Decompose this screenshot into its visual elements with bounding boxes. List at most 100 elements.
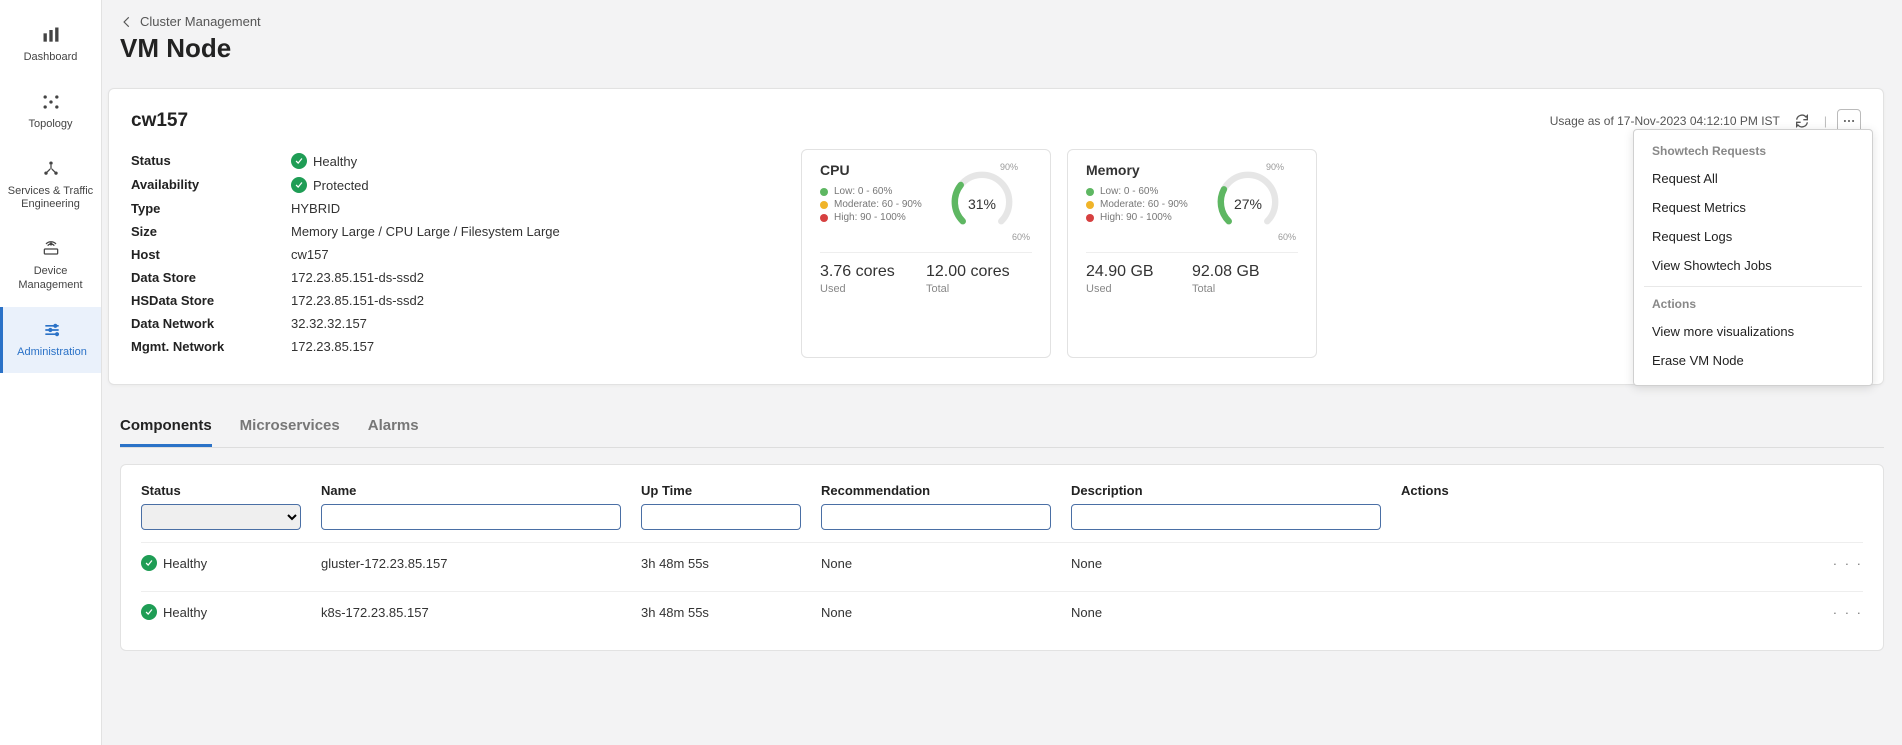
gauge-chart: 90% 27% 60% bbox=[1198, 162, 1298, 242]
gauge-used: 24.90 GB bbox=[1086, 263, 1192, 281]
dashboard-icon bbox=[40, 24, 62, 46]
detail-row: Mgmt. Network172.23.85.157 bbox=[131, 335, 771, 358]
cell-name: gluster-172.23.85.157 bbox=[321, 556, 621, 571]
cell-status: Healthy bbox=[141, 555, 301, 571]
detail-key: Availability bbox=[131, 177, 291, 193]
row-actions-button[interactable]: · · · bbox=[1401, 556, 1863, 571]
menu-request-metrics[interactable]: Request Metrics bbox=[1634, 193, 1872, 222]
menu-view-showtech[interactable]: View Showtech Jobs bbox=[1634, 251, 1872, 280]
usage-timestamp: Usage as of 17-Nov-2023 04:12:10 PM IST bbox=[1550, 114, 1780, 128]
cell-uptime: 3h 48m 55s bbox=[641, 556, 801, 571]
services-icon bbox=[40, 158, 62, 180]
arrow-left-icon bbox=[120, 15, 134, 29]
col-header-uptime: Up Time bbox=[641, 483, 801, 498]
cell-uptime: 3h 48m 55s bbox=[641, 605, 801, 620]
detail-row: Data Store172.23.85.151-ds-ssd2 bbox=[131, 266, 771, 289]
tab-components[interactable]: Components bbox=[120, 407, 212, 447]
gauge-legend: Low: 0 - 60% Moderate: 60 - 90% High: 90… bbox=[820, 186, 932, 223]
tab-microservices[interactable]: Microservices bbox=[240, 407, 340, 447]
filter-status[interactable] bbox=[141, 504, 301, 530]
tabs: Components Microservices Alarms bbox=[120, 407, 1884, 448]
device-icon bbox=[40, 238, 62, 260]
col-header-description: Description bbox=[1071, 483, 1381, 498]
col-header-status: Status bbox=[141, 483, 301, 498]
topology-icon bbox=[40, 91, 62, 113]
cell-recommendation: None bbox=[821, 605, 1051, 620]
sidebar-item-label: Dashboard bbox=[24, 51, 78, 65]
gauge-value: 31% bbox=[968, 196, 996, 212]
gauge-total: 92.08 GB bbox=[1192, 263, 1298, 281]
detail-value: 172.23.85.151-ds-ssd2 bbox=[291, 293, 424, 308]
table-header-row: Status Name Up Time Recommendation Descr… bbox=[141, 483, 1863, 530]
menu-header: Showtech Requests bbox=[1634, 140, 1872, 164]
detail-value: 172.23.85.157 bbox=[291, 339, 374, 354]
detail-row: Data Network32.32.32.157 bbox=[131, 312, 771, 335]
refresh-icon bbox=[1794, 113, 1810, 129]
sidebar-item-dashboard[interactable]: Dashboard bbox=[0, 12, 101, 79]
tab-alarms[interactable]: Alarms bbox=[368, 407, 419, 447]
sidebar-item-services[interactable]: Services & Traffic Engineering bbox=[0, 146, 101, 227]
menu-erase-vm[interactable]: Erase VM Node bbox=[1634, 346, 1872, 375]
detail-row: StatusHealthy bbox=[131, 149, 771, 173]
sliders-icon bbox=[41, 319, 63, 341]
cell-recommendation: None bbox=[821, 556, 1051, 571]
gauge-total: 12.00 cores bbox=[926, 263, 1032, 281]
cell-status: Healthy bbox=[141, 604, 301, 620]
detail-key: Data Store bbox=[131, 270, 291, 285]
detail-row: AvailabilityProtected bbox=[131, 173, 771, 197]
detail-value: Healthy bbox=[291, 153, 357, 169]
row-actions-button[interactable]: · · · bbox=[1401, 605, 1863, 620]
filter-recommendation[interactable] bbox=[821, 504, 1051, 530]
node-name: cw157 bbox=[131, 110, 188, 132]
sidebar-item-label: Administration bbox=[17, 346, 87, 360]
sidebar: Dashboard Topology Services & Traffic En… bbox=[0, 0, 102, 745]
gauges-area: CPU Low: 0 - 60% Moderate: 60 - 90% High… bbox=[801, 149, 1317, 358]
detail-row: TypeHYBRID bbox=[131, 197, 771, 220]
detail-key: Size bbox=[131, 224, 291, 239]
detail-value: Protected bbox=[291, 177, 369, 193]
breadcrumb-back[interactable]: Cluster Management bbox=[120, 14, 1884, 29]
sidebar-item-device-mgmt[interactable]: Device Management bbox=[0, 226, 101, 307]
gauge-value: 27% bbox=[1234, 196, 1262, 212]
sidebar-item-topology[interactable]: Topology bbox=[0, 79, 101, 146]
gauge-legend: Low: 0 - 60% Moderate: 60 - 90% High: 90… bbox=[1086, 186, 1198, 223]
detail-row: HSData Store172.23.85.151-ds-ssd2 bbox=[131, 289, 771, 312]
menu-view-viz[interactable]: View more visualizations bbox=[1634, 317, 1872, 346]
filter-name[interactable] bbox=[321, 504, 621, 530]
detail-value: 32.32.32.157 bbox=[291, 316, 367, 331]
components-table: Status Name Up Time Recommendation Descr… bbox=[120, 464, 1884, 651]
table-row: Healthy gluster-172.23.85.157 3h 48m 55s… bbox=[141, 542, 1863, 583]
detail-key: Type bbox=[131, 201, 291, 216]
cell-name: k8s-172.23.85.157 bbox=[321, 605, 621, 620]
detail-key: Mgmt. Network bbox=[131, 339, 291, 354]
detail-value: Memory Large / CPU Large / Filesystem La… bbox=[291, 224, 560, 239]
col-header-actions: Actions bbox=[1401, 483, 1863, 498]
check-icon bbox=[141, 555, 157, 571]
sidebar-item-label: Topology bbox=[28, 118, 72, 132]
page-title: VM Node bbox=[120, 33, 1884, 64]
check-icon bbox=[291, 153, 307, 169]
gauge-card: Memory Low: 0 - 60% Moderate: 60 - 90% H… bbox=[1067, 149, 1317, 358]
filter-description[interactable] bbox=[1071, 504, 1381, 530]
cell-description: None bbox=[1071, 556, 1381, 571]
node-details: StatusHealthyAvailabilityProtectedTypeHY… bbox=[131, 149, 771, 358]
detail-key: HSData Store bbox=[131, 293, 291, 308]
col-header-recommendation: Recommendation bbox=[821, 483, 1051, 498]
detail-key: Host bbox=[131, 247, 291, 262]
detail-row: SizeMemory Large / CPU Large / Filesyste… bbox=[131, 220, 771, 243]
menu-request-all[interactable]: Request All bbox=[1634, 164, 1872, 193]
menu-request-logs[interactable]: Request Logs bbox=[1634, 222, 1872, 251]
table-row: Healthy k8s-172.23.85.157 3h 48m 55s Non… bbox=[141, 591, 1863, 632]
gauge-chart: 90% 31% 60% bbox=[932, 162, 1032, 242]
breadcrumb-label: Cluster Management bbox=[140, 14, 261, 29]
menu-header: Actions bbox=[1634, 293, 1872, 317]
detail-row: Hostcw157 bbox=[131, 243, 771, 266]
gauge-card: CPU Low: 0 - 60% Moderate: 60 - 90% High… bbox=[801, 149, 1051, 358]
sidebar-item-label: Services & Traffic Engineering bbox=[6, 185, 95, 213]
filter-uptime[interactable] bbox=[641, 504, 801, 530]
more-actions-menu: Showtech Requests Request All Request Me… bbox=[1633, 129, 1873, 386]
sidebar-item-administration[interactable]: Administration bbox=[0, 307, 101, 374]
check-icon bbox=[291, 177, 307, 193]
gauge-title: CPU bbox=[820, 162, 932, 178]
detail-key: Data Network bbox=[131, 316, 291, 331]
